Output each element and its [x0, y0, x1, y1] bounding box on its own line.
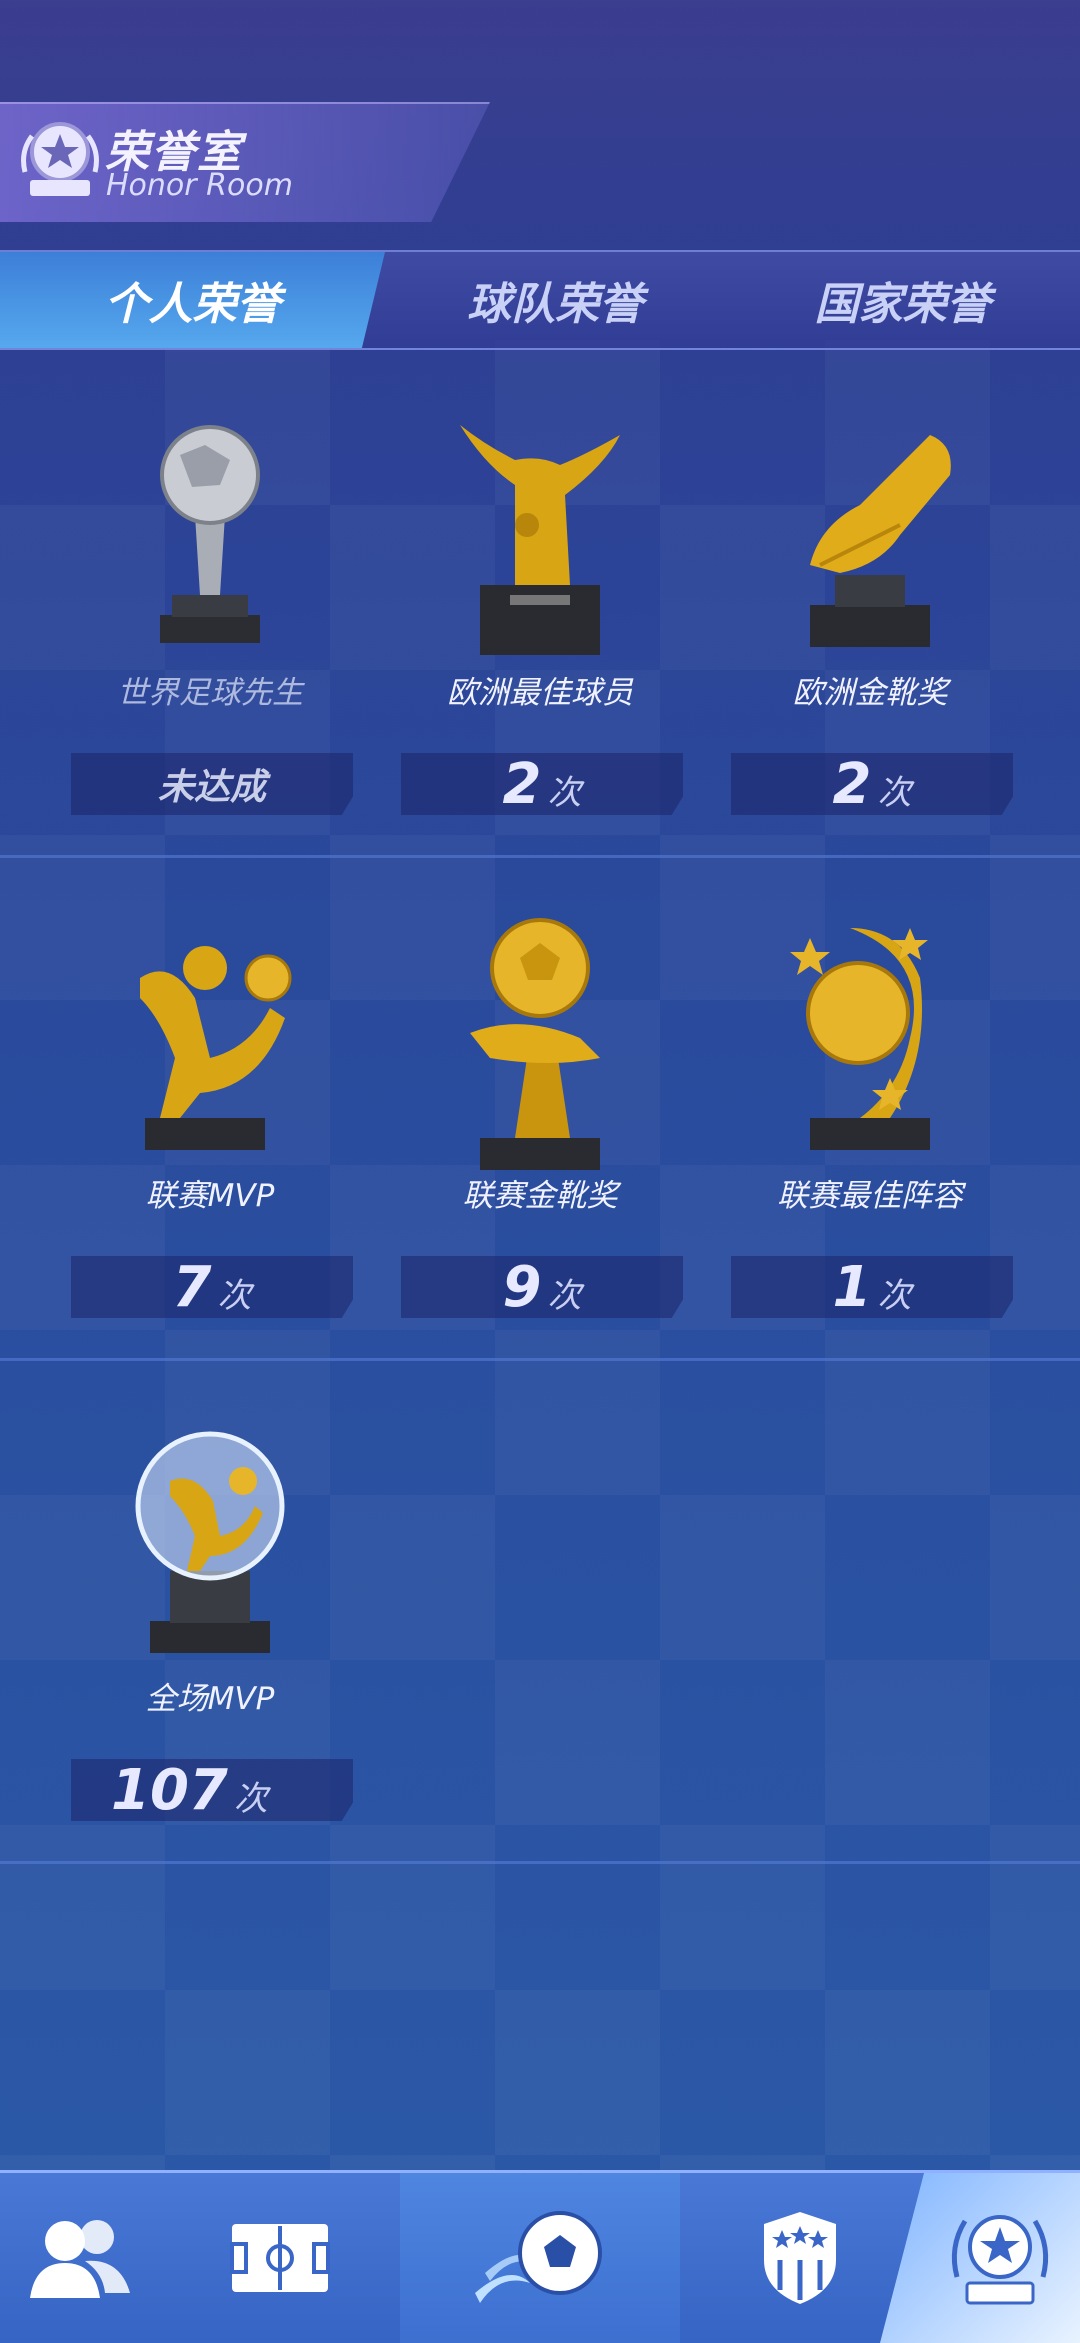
- honor-status: 未达成: [157, 767, 266, 808]
- honor-count: 107: [111, 1757, 228, 1823]
- ball-on-boot-trophy-icon: [470, 918, 600, 1170]
- honor-count: 2: [832, 751, 872, 817]
- honor-count-plate: 9 次: [401, 1256, 683, 1318]
- honor-card-league-best-xi[interactable]: 联赛最佳阵容 1 次: [705, 858, 1035, 1358]
- honor-card-world-player[interactable]: 世界足球先生 未达成: [45, 355, 375, 855]
- nav-club[interactable]: [680, 2173, 920, 2343]
- honor-name: 全场MVP: [145, 1681, 275, 1717]
- honor-count: 1: [832, 1254, 872, 1320]
- honor-name: 世界足球先生: [117, 675, 303, 711]
- nav-match[interactable]: [400, 2173, 680, 2343]
- honor-unit: 次: [547, 1275, 582, 1316]
- honor-count-plate: 7 次: [71, 1256, 353, 1318]
- honor-unit: 次: [877, 772, 912, 813]
- page-subtitle: Honor Room: [106, 168, 293, 203]
- honor-count: 2: [502, 751, 542, 817]
- honor-unit: 次: [547, 772, 582, 813]
- gold-figure-trophy-icon: [460, 425, 620, 655]
- silver-ball-trophy-icon: [160, 425, 260, 643]
- players-icon: [30, 2220, 130, 2298]
- star-ball-trophy-icon: [790, 928, 930, 1150]
- honor-row: 联赛MVP 7 次 联赛金靴奖 9 次 联赛最佳阵容 1 次: [0, 858, 1080, 1361]
- bottom-nav: [0, 2170, 1080, 2343]
- golden-boot-trophy-icon: [810, 435, 951, 647]
- nav-players[interactable]: [0, 2173, 160, 2343]
- honor-count: 7: [172, 1254, 212, 1320]
- honor-unit: 次: [877, 1275, 912, 1316]
- honor-name: 欧洲金靴奖: [792, 675, 948, 711]
- honor-card-europe-golden-boot[interactable]: 欧洲金靴奖 2 次: [705, 355, 1035, 855]
- honor-count-plate: 107 次: [71, 1759, 353, 1821]
- trophy-badge-icon: [21, 122, 99, 196]
- honor-unit: 次: [233, 1778, 268, 1819]
- honor-name: 联赛金靴奖: [462, 1178, 618, 1214]
- honor-name: 欧洲最佳球员: [447, 675, 633, 711]
- gold-kicker-trophy-icon: [140, 946, 292, 1150]
- honor-count-plate: 1 次: [731, 1256, 1013, 1318]
- trophy-icon: [951, 2215, 1049, 2305]
- honor-row: 世界足球先生 未达成 欧洲最佳球员 2 次 欧洲金靴奖 2 次: [0, 355, 1080, 858]
- honor-card-league-mvp[interactable]: 联赛MVP 7 次: [45, 858, 375, 1358]
- honor-count-plate: 2 次: [731, 753, 1013, 815]
- honor-card-league-golden-boot[interactable]: 联赛金靴奖 9 次: [375, 858, 705, 1358]
- honor-unit: 次: [217, 1275, 252, 1316]
- honor-name: 联赛最佳阵容: [777, 1178, 963, 1214]
- honor-grid: 世界足球先生 未达成 欧洲最佳球员 2 次 欧洲金靴奖 2 次 联赛MVP 7 …: [0, 355, 1080, 1864]
- club-badge-icon: [764, 2212, 836, 2304]
- crystal-globe-trophy-icon: [135, 1431, 285, 1653]
- pitch-icon: [230, 2224, 330, 2292]
- tab-personal-honor[interactable]: 个人荣誉: [0, 252, 385, 348]
- honor-card-europe-best-player[interactable]: 欧洲最佳球员 2 次: [375, 355, 705, 855]
- tab-national-honor[interactable]: 国家荣誉: [725, 252, 1080, 348]
- tab-team-honor[interactable]: 球队荣誉: [385, 252, 725, 348]
- ball-icon: [475, 2211, 602, 2303]
- honor-card-match-mvp[interactable]: 全场MVP 107 次: [45, 1361, 375, 1861]
- honor-room-header: 荣誉室 Honor Room: [0, 102, 490, 222]
- honor-count-plate: 2 次: [401, 753, 683, 815]
- honor-count: 9: [502, 1254, 542, 1320]
- honor-row: 全场MVP 107 次: [0, 1361, 1080, 1864]
- honor-name: 联赛MVP: [145, 1178, 275, 1214]
- nav-pitch[interactable]: [160, 2173, 400, 2343]
- honor-count-plate: 未达成: [71, 753, 353, 815]
- honor-tabs: 个人荣誉 球队荣誉 国家荣誉: [0, 250, 1080, 350]
